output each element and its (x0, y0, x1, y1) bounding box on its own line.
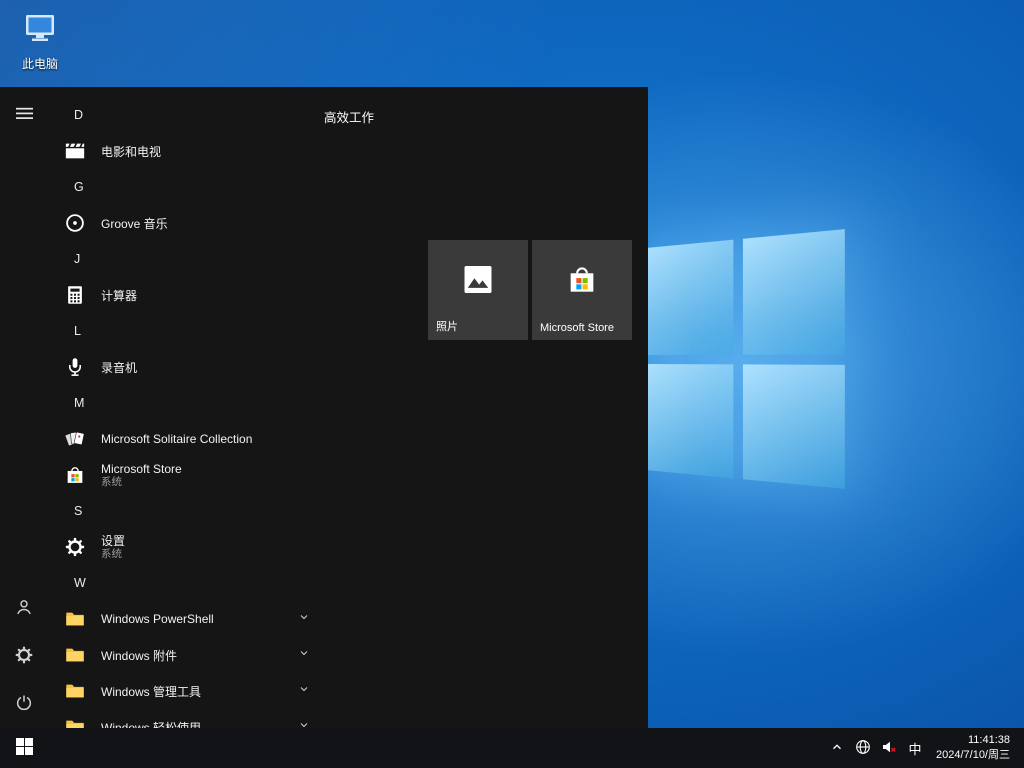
app-item-text: Microsoft Store 系统 (101, 462, 182, 489)
tile-label: 照片 (436, 318, 458, 334)
app-item-label: 设置 (101, 534, 125, 548)
folder-icon (62, 678, 88, 704)
app-folder-windows-accessories[interactable]: Windows 附件 (48, 637, 320, 673)
section-letter-w[interactable]: W (48, 565, 320, 601)
section-letter-g[interactable]: G (48, 169, 320, 205)
app-list: D 电影和电视 G (48, 87, 320, 728)
app-item-label: Groove 音乐 (101, 215, 168, 232)
app-item-groove-music[interactable]: Groove 音乐 (48, 205, 320, 241)
windows-logo-wallpaper (646, 229, 845, 489)
section-letter-l[interactable]: L (48, 313, 320, 349)
chevron-up-icon (830, 740, 844, 757)
app-item-label: Microsoft Solitaire Collection (101, 432, 252, 446)
app-folder-windows-powershell[interactable]: Windows PowerShell (48, 601, 320, 637)
app-item-text: 设置 系统 (101, 534, 125, 561)
globe-network-icon (855, 739, 871, 758)
hamburger-icon (16, 105, 33, 125)
tray-overflow-button[interactable] (824, 728, 850, 768)
app-item-movies-tv[interactable]: 电影和电视 (48, 133, 320, 169)
network-tray-button[interactable] (850, 728, 876, 768)
app-item-label: Windows PowerShell (101, 612, 214, 626)
settings-button[interactable] (0, 632, 48, 680)
app-item-calculator[interactable]: 计算器 (48, 277, 320, 313)
app-item-settings[interactable]: 设置 系统 (48, 529, 320, 565)
calculator-icon (62, 282, 88, 308)
desktop-icon-label: 此电脑 (22, 55, 58, 72)
app-item-label: 计算器 (101, 287, 137, 304)
chevron-down-icon (298, 610, 310, 628)
section-letter-d[interactable]: D (48, 97, 320, 133)
store-bag-icon (62, 462, 88, 488)
ime-indicator[interactable]: 中 (902, 728, 928, 768)
power-button[interactable] (0, 680, 48, 728)
logo-pane (742, 364, 844, 489)
app-folder-windows-admin-tools[interactable]: Windows 管理工具 (48, 673, 320, 709)
volume-tray-button[interactable] (876, 728, 902, 768)
logo-pane (742, 229, 844, 354)
app-item-solitaire[interactable]: Microsoft Solitaire Collection (48, 421, 320, 457)
chevron-down-icon (298, 682, 310, 700)
section-letter-s[interactable]: S (48, 493, 320, 529)
settings-gear-icon (62, 534, 88, 560)
microphone-icon (62, 354, 88, 380)
gear-icon (14, 645, 34, 668)
app-item-microsoft-store[interactable]: Microsoft Store 系统 (48, 457, 320, 493)
tile-microsoft-store[interactable]: Microsoft Store (532, 240, 632, 340)
tile-photos[interactable]: 照片 (428, 240, 528, 340)
logo-pane (646, 364, 733, 479)
app-item-label: Microsoft Store (101, 462, 182, 476)
clock-date: 2024/7/10/周三 (936, 748, 1010, 763)
start-menu: D 电影和电视 G (0, 87, 648, 728)
app-item-sublabel: 系统 (101, 548, 125, 561)
windows-start-icon (16, 738, 33, 758)
folder-icon (62, 714, 88, 728)
app-item-label: Windows 附件 (101, 647, 177, 664)
taskbar: 中 11:41:38 2024/7/10/周三 (0, 728, 1024, 768)
desktop-icon-this-pc[interactable]: 此电脑 (8, 8, 72, 72)
section-letter-m[interactable]: M (48, 385, 320, 421)
chevron-down-icon (298, 646, 310, 664)
tiles-panel: 高效工作 照片 (320, 87, 648, 728)
store-bag-icon (565, 263, 599, 302)
app-item-label: 电影和电视 (101, 143, 161, 160)
this-pc-icon (20, 8, 60, 53)
logo-pane (646, 240, 733, 355)
system-tray: 中 11:41:38 2024/7/10/周三 (824, 728, 1024, 768)
app-item-label: Windows 轻松使用 (101, 719, 201, 729)
app-item-label: Windows 管理工具 (101, 683, 201, 700)
user-account-button[interactable] (0, 584, 48, 632)
tile-label: Microsoft Store (540, 322, 614, 334)
start-button[interactable] (0, 728, 48, 768)
solitaire-cards-icon (62, 426, 88, 452)
photos-icon (460, 262, 496, 303)
groove-music-icon (62, 210, 88, 236)
expand-menu-button[interactable] (0, 91, 48, 139)
folder-icon (62, 642, 88, 668)
user-icon (14, 597, 34, 620)
power-icon (14, 693, 34, 716)
section-letter-j[interactable]: J (48, 241, 320, 277)
app-item-voice-recorder[interactable]: 录音机 (48, 349, 320, 385)
rail-bottom-group (0, 584, 48, 728)
taskbar-clock[interactable]: 11:41:38 2024/7/10/周三 (928, 733, 1018, 763)
volume-muted-icon (881, 739, 897, 758)
app-item-label: 录音机 (101, 359, 137, 376)
folder-icon (62, 606, 88, 632)
app-folder-windows-ease-of-access[interactable]: Windows 轻松使用 (48, 709, 320, 728)
clock-time: 11:41:38 (968, 733, 1010, 748)
tile-group-title[interactable]: 高效工作 (324, 107, 374, 126)
chevron-down-icon (298, 718, 310, 728)
screen: 此电脑 (0, 0, 1024, 768)
movies-tv-icon (62, 138, 88, 164)
app-item-sublabel: 系统 (101, 476, 182, 489)
start-menu-rail (0, 87, 48, 728)
